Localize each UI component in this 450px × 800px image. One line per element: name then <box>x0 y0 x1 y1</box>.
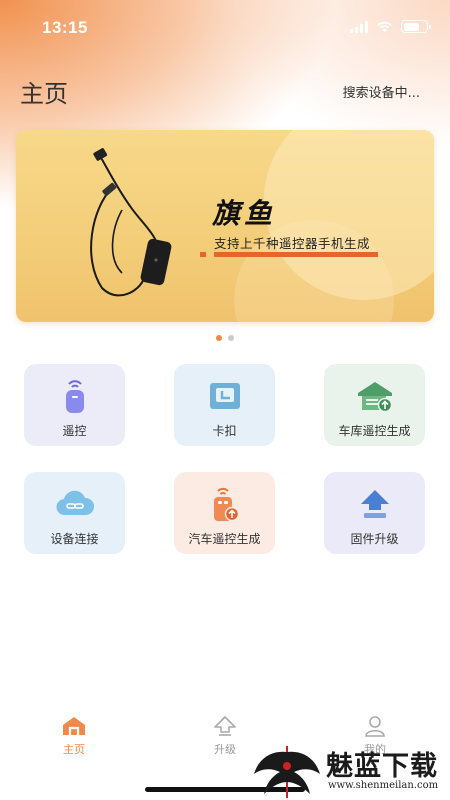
promo-banner[interactable]: 旗鱼 支持上千种遥控器手机生成 <box>16 130 434 322</box>
feature-garage-remote[interactable]: 车库遥控生成 <box>324 364 425 446</box>
feature-label: 设备连接 <box>50 532 99 546</box>
usb-cable-image <box>90 148 172 297</box>
feature-remote[interactable]: 遥控 <box>24 364 125 446</box>
feature-label: 固件升级 <box>350 532 399 546</box>
feature-car-remote[interactable]: 汽车遥控生成 <box>174 472 275 554</box>
carousel-indicator <box>0 335 450 341</box>
battery-icon <box>401 20 431 33</box>
status-time: 13:15 <box>42 18 88 37</box>
wifi-icon <box>377 21 392 32</box>
feature-firmware-upgrade[interactable]: 固件升级 <box>324 472 425 554</box>
feature-device-connect[interactable]: 设备连接 <box>24 472 125 554</box>
feature-label: 汽车遥控生成 <box>188 532 261 546</box>
firmware-upload-icon <box>355 484 395 524</box>
remote-icon <box>55 376 95 416</box>
banner-underline-dot <box>200 252 206 257</box>
cloud-link-icon <box>55 484 95 524</box>
upgrade-icon <box>214 716 236 736</box>
status-icons <box>350 20 431 33</box>
feature-label: 卡扣 <box>212 424 237 438</box>
tab-home[interactable]: 主页 <box>34 715 114 757</box>
watermark-text: 魅蓝下载 <box>326 751 438 782</box>
car-remote-icon <box>205 484 245 524</box>
carousel-dot[interactable] <box>228 335 234 341</box>
feature-label: 遥控 <box>62 424 87 438</box>
garage-icon <box>355 376 395 416</box>
banner-brand: 旗鱼 <box>212 197 277 230</box>
feature-label: 车库遥控生成 <box>338 424 411 438</box>
banner-underline <box>214 252 378 257</box>
page-title: 主页 <box>20 80 68 108</box>
status-bar: 13:15 <box>0 0 450 58</box>
home-icon <box>63 717 85 735</box>
carousel-dot-active[interactable] <box>216 335 222 341</box>
watermark: 魅蓝下载 www.shenmeilan.com <box>250 742 450 800</box>
tab-label: 主页 <box>63 743 85 756</box>
tab-label: 升级 <box>214 743 236 756</box>
watermark-url: www.shenmeilan.com <box>328 780 439 791</box>
search-status-text[interactable]: 搜索设备中... <box>343 82 420 101</box>
dragon-logo-icon <box>254 746 320 798</box>
banner-slogan: 支持上千种遥控器手机生成 <box>214 236 371 251</box>
cellular-signal-icon <box>350 20 368 33</box>
buckle-icon <box>205 376 245 416</box>
header: 主页 搜索设备中... <box>0 70 450 110</box>
feature-buckle[interactable]: 卡扣 <box>174 364 275 446</box>
profile-icon <box>365 716 385 737</box>
